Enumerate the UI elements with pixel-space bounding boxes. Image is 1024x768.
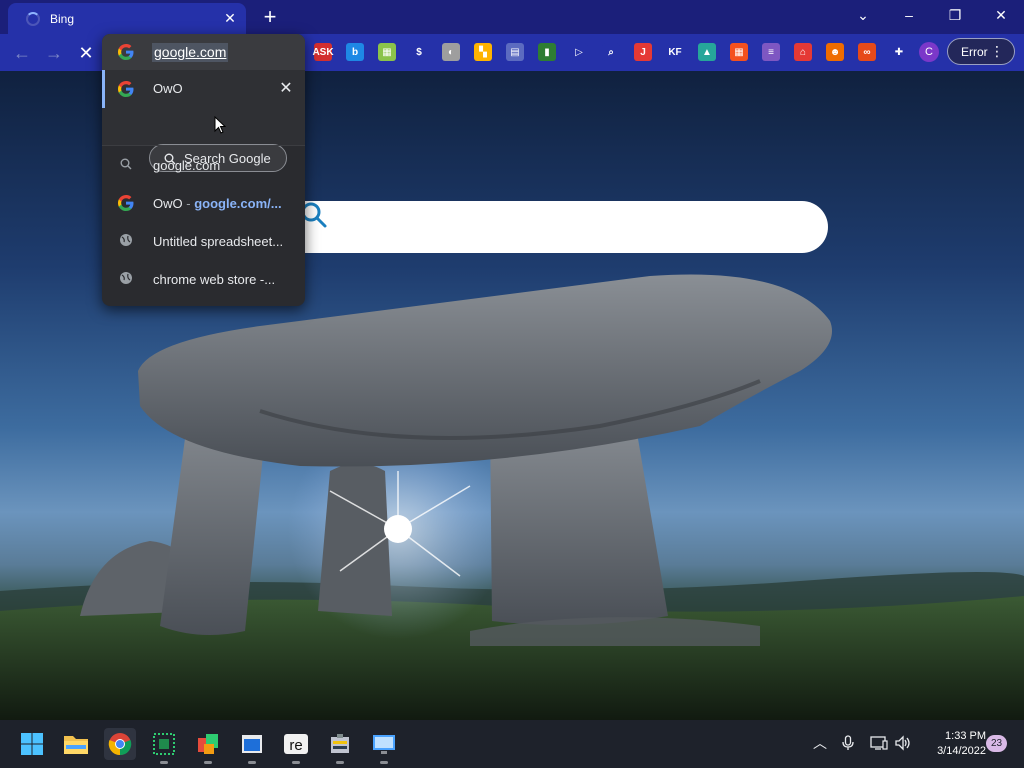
re-app-icon: re	[284, 734, 308, 754]
tab-search-chevron-icon[interactable]: ⌄	[840, 0, 886, 30]
omnibox-input[interactable]: google.com	[102, 34, 305, 70]
restore-button[interactable]: ❐	[932, 0, 978, 30]
face-ext-icon[interactable]: ☻	[826, 43, 844, 61]
close-window-button[interactable]: ✕	[978, 0, 1024, 30]
tab-title: Bing	[50, 11, 75, 26]
tray-chevron-icon[interactable]: ︿	[811, 734, 829, 752]
kf-ext-icon[interactable]: KF	[666, 43, 684, 61]
error-label: Error	[961, 44, 988, 59]
puzzle-ext-icon[interactable]: ▚	[474, 43, 492, 61]
svg-text:re: re	[289, 737, 302, 754]
bars-ext-icon[interactable]: ≡	[762, 43, 780, 61]
notification-badge[interactable]: 23	[986, 735, 1007, 752]
google-icon	[118, 44, 134, 60]
chrome-taskbar-button[interactable]	[104, 728, 136, 760]
new-tab-button[interactable]: +	[258, 6, 282, 30]
selection-bar	[102, 70, 105, 108]
start-button[interactable]	[16, 728, 48, 760]
forward-button[interactable]: →	[40, 39, 68, 67]
suggestion-owo-history[interactable]: OwO - google.com/...	[102, 184, 305, 222]
office-app-button[interactable]	[192, 728, 224, 764]
tab-bing[interactable]: Bing ✕	[8, 3, 246, 34]
chrome-icon	[108, 733, 132, 756]
clock-time: 1:33 PM	[945, 730, 986, 742]
re-app-button[interactable]: re	[280, 728, 312, 764]
clock-date: 3/14/2022	[937, 745, 986, 757]
network-icon[interactable]	[870, 734, 888, 752]
dollar-ext-icon[interactable]: $	[410, 43, 428, 61]
search-icon	[120, 158, 132, 170]
grid-ext-icon[interactable]: ▦	[378, 43, 396, 61]
stop-loading-button[interactable]: ✕	[72, 39, 100, 67]
ask-ext-icon[interactable]: ASK	[312, 43, 334, 61]
toolbox-icon	[331, 734, 349, 753]
remote-desktop-icon	[373, 735, 395, 754]
notes-app-button[interactable]	[236, 728, 268, 764]
google-icon	[118, 195, 134, 211]
globe-icon	[120, 272, 132, 284]
suggestion-google-com[interactable]: google.com	[102, 146, 305, 184]
title-bar: Bing ✕ + ⌄ – ❐ ✕	[0, 0, 1024, 34]
profile-avatar[interactable]: C	[919, 42, 939, 62]
office-icon	[198, 734, 218, 754]
home-ext-icon[interactable]: ⌂	[794, 43, 812, 61]
windows-start-icon	[21, 733, 43, 755]
minimize-button[interactable]: –	[886, 0, 932, 30]
suggestion-label: Untitled spreadsheet...	[153, 233, 284, 249]
bing-ext-icon[interactable]: b	[346, 43, 364, 61]
folder-icon	[64, 736, 88, 754]
suggestion-chrome-web-store[interactable]: chrome web store -...	[102, 260, 305, 298]
loading-spinner-icon	[26, 11, 40, 26]
green-grid-app-icon	[153, 733, 175, 755]
taskbar: re ︿ 1:33 PM 3/14/2022 23	[0, 720, 1024, 768]
file-explorer-button[interactable]	[60, 728, 92, 760]
magnifier-ext-icon[interactable]: ⌕	[602, 43, 620, 61]
back-button[interactable]: ←	[8, 39, 36, 67]
tools-app-button[interactable]	[324, 728, 356, 764]
terminal-app-button[interactable]	[148, 728, 180, 764]
omnibox-selected-text[interactable]: google.com	[152, 43, 229, 62]
remove-suggestion-icon[interactable]: ✕	[278, 81, 294, 97]
volume-icon[interactable]	[894, 734, 912, 752]
remote-desktop-button[interactable]	[368, 728, 400, 764]
suggestion-label: OwO - google.com/...	[153, 195, 282, 211]
suggestion-label: google.com	[153, 157, 221, 173]
suggestion-untitled-spreadsheet[interactable]: Untitled spreadsheet...	[102, 222, 305, 260]
image-ext-icon[interactable]: ▲	[698, 43, 716, 61]
bing-search-box[interactable]	[300, 201, 828, 253]
suggestion-label: chrome web store -...	[153, 271, 276, 287]
doc-ext-icon[interactable]: ▤	[506, 43, 524, 61]
infinity-ext-icon[interactable]: ∞	[858, 43, 876, 61]
google-icon	[118, 81, 134, 97]
window-app-icon	[242, 735, 262, 753]
moon-ext-icon[interactable]: ◐	[442, 43, 460, 61]
windows-ext-icon[interactable]: ▦	[730, 43, 748, 61]
suggestion-owo[interactable]: OwO ✕ Search Google	[102, 70, 305, 172]
system-clock[interactable]: 1:33 PM 3/14/2022	[920, 729, 986, 759]
mouse-cursor-icon	[214, 116, 226, 134]
menu-dots-icon[interactable]: ⋮	[990, 42, 1004, 60]
tab-close-icon[interactable]: ✕	[220, 9, 240, 29]
omnibox-dropdown: google.com OwO ✕ Search Google google.co…	[102, 34, 305, 306]
error-button[interactable]: Error ⋮	[947, 38, 1015, 65]
play-ext-icon[interactable]: ▷	[570, 43, 588, 61]
globe-icon	[120, 234, 132, 246]
microphone-icon[interactable]	[839, 734, 857, 752]
j-ext-icon[interactable]: J	[634, 43, 652, 61]
leaf-ext-icon[interactable]: ▮	[538, 43, 556, 61]
extensions-puzzle-icon[interactable]: ✚	[890, 43, 908, 61]
suggestion-label: OwO	[153, 81, 183, 96]
